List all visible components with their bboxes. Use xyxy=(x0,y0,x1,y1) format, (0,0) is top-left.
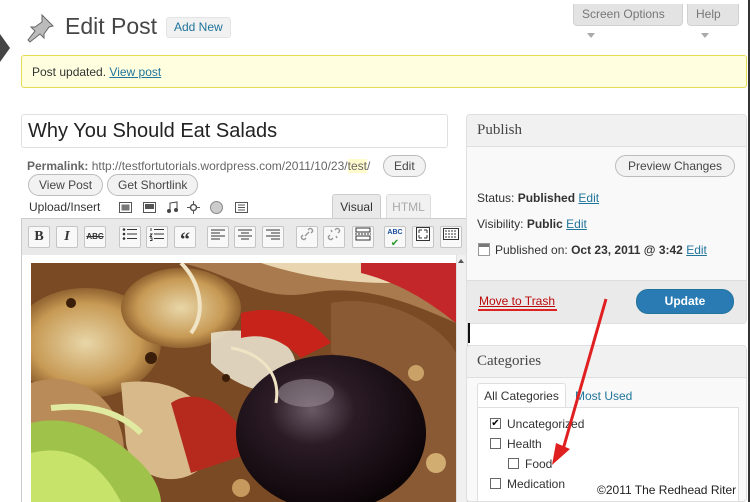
status-row: Status: Published Edit xyxy=(477,191,599,205)
spellcheck-label: ABC xyxy=(387,229,403,236)
calendar-icon xyxy=(478,243,490,256)
update-notice: Post updated. View post xyxy=(21,55,747,88)
unlink-button[interactable] xyxy=(323,226,345,248)
add-form-icon[interactable] xyxy=(235,201,248,214)
category-label: Health xyxy=(507,437,542,451)
align-center-icon xyxy=(238,229,252,240)
chevron-down-icon xyxy=(587,33,595,39)
preview-changes-button[interactable]: Preview Changes xyxy=(615,155,735,177)
align-center-button[interactable] xyxy=(234,226,256,248)
numbered-list-button[interactable] xyxy=(146,226,168,248)
permalink-base: http://testfortutorials.wordpress.com/20… xyxy=(91,159,348,173)
check-icon: ✔ xyxy=(390,238,400,249)
cursor-line xyxy=(468,323,470,343)
unlink-icon xyxy=(327,227,341,241)
publish-heading[interactable]: Publish xyxy=(467,115,746,147)
insert-more-button[interactable] xyxy=(352,226,374,248)
align-left-icon xyxy=(211,229,225,240)
status-value: Published xyxy=(517,191,576,205)
spellcheck-button[interactable]: ABC ✔ xyxy=(384,226,406,249)
permalink-label: Permalink: xyxy=(27,159,89,173)
screen-options-label: Screen Options xyxy=(582,7,665,21)
visibility-row: Visibility: Public Edit xyxy=(477,217,587,231)
pushpin-icon xyxy=(27,13,54,43)
category-checkbox[interactable] xyxy=(490,438,501,449)
category-checkbox[interactable]: ✔ xyxy=(490,418,501,429)
align-right-icon xyxy=(266,229,280,240)
scroll-up-arrow-icon[interactable] xyxy=(458,259,464,263)
add-image-icon[interactable] xyxy=(119,201,132,214)
tab-html[interactable]: HTML xyxy=(386,194,431,219)
watermark: ©2011 The Redhead Riter xyxy=(597,483,737,497)
kitchen-sink-icon xyxy=(443,228,459,240)
annotation-arrow-icon xyxy=(552,298,608,465)
published-row: Published on: Oct 23, 2011 @ 3:42 Edit xyxy=(495,243,707,257)
chevron-down-icon xyxy=(701,33,709,39)
status-label: Status: xyxy=(477,191,515,205)
published-edit-link[interactable]: Edit xyxy=(686,243,707,257)
screen-options-button[interactable]: Screen Options xyxy=(573,4,683,39)
update-button[interactable]: Update xyxy=(636,289,734,314)
kitchen-sink-button[interactable] xyxy=(440,226,462,248)
collapse-arrow-icon[interactable] xyxy=(0,34,10,62)
numbered-list-icon xyxy=(149,228,164,241)
add-new-button[interactable]: Add New xyxy=(166,17,231,38)
add-media-icon[interactable] xyxy=(187,201,200,214)
fullscreen-icon xyxy=(416,227,430,241)
post-title-input[interactable] xyxy=(21,114,448,148)
help-label: Help xyxy=(696,7,721,21)
published-value: Oct 23, 2011 @ 3:42 xyxy=(571,243,683,257)
strikethrough-button[interactable]: ABC xyxy=(84,226,106,248)
link-icon xyxy=(300,227,314,241)
upload-insert-label: Upload/Insert xyxy=(29,200,101,214)
bullet-list-icon xyxy=(122,228,137,240)
fullscreen-button[interactable] xyxy=(412,226,434,248)
category-checkbox[interactable] xyxy=(508,458,519,469)
notice-text: Post updated. xyxy=(32,65,107,79)
bold-button[interactable]: B xyxy=(28,226,50,248)
help-button[interactable]: Help xyxy=(687,4,739,39)
category-checkbox[interactable] xyxy=(490,478,501,489)
category-label: Medication xyxy=(507,477,566,491)
permalink-end: / xyxy=(366,159,371,173)
add-audio-icon[interactable] xyxy=(166,201,179,214)
more-tag-icon xyxy=(355,227,371,241)
visibility-label: Visibility: xyxy=(477,217,524,231)
align-left-button[interactable] xyxy=(207,226,229,248)
visibility-edit-link[interactable]: Edit xyxy=(566,217,587,231)
align-right-button[interactable] xyxy=(262,226,284,248)
italic-button[interactable]: I xyxy=(56,226,78,248)
bullet-list-button[interactable] xyxy=(119,226,141,248)
salad-photo xyxy=(31,263,456,502)
view-post-link[interactable]: View post xyxy=(109,65,161,79)
page-title: Edit Post xyxy=(65,13,158,39)
insert-link-button[interactable] xyxy=(296,226,318,248)
permalink-slug[interactable]: test xyxy=(347,159,367,173)
status-edit-link[interactable]: Edit xyxy=(578,191,599,205)
visibility-value: Public xyxy=(526,217,563,231)
published-label: Published on: xyxy=(495,243,568,257)
edit-slug-button[interactable]: Edit xyxy=(383,155,426,177)
add-poll-icon[interactable] xyxy=(210,201,223,214)
view-post-button[interactable]: View Post xyxy=(28,174,104,196)
get-shortlink-button[interactable]: Get Shortlink xyxy=(107,174,199,196)
permalink: Permalink: http://testfortutorials.wordp… xyxy=(27,159,370,173)
add-video-icon[interactable] xyxy=(143,201,156,214)
blockquote-button[interactable]: “ xyxy=(174,226,196,251)
tab-visual[interactable]: Visual xyxy=(332,194,381,219)
